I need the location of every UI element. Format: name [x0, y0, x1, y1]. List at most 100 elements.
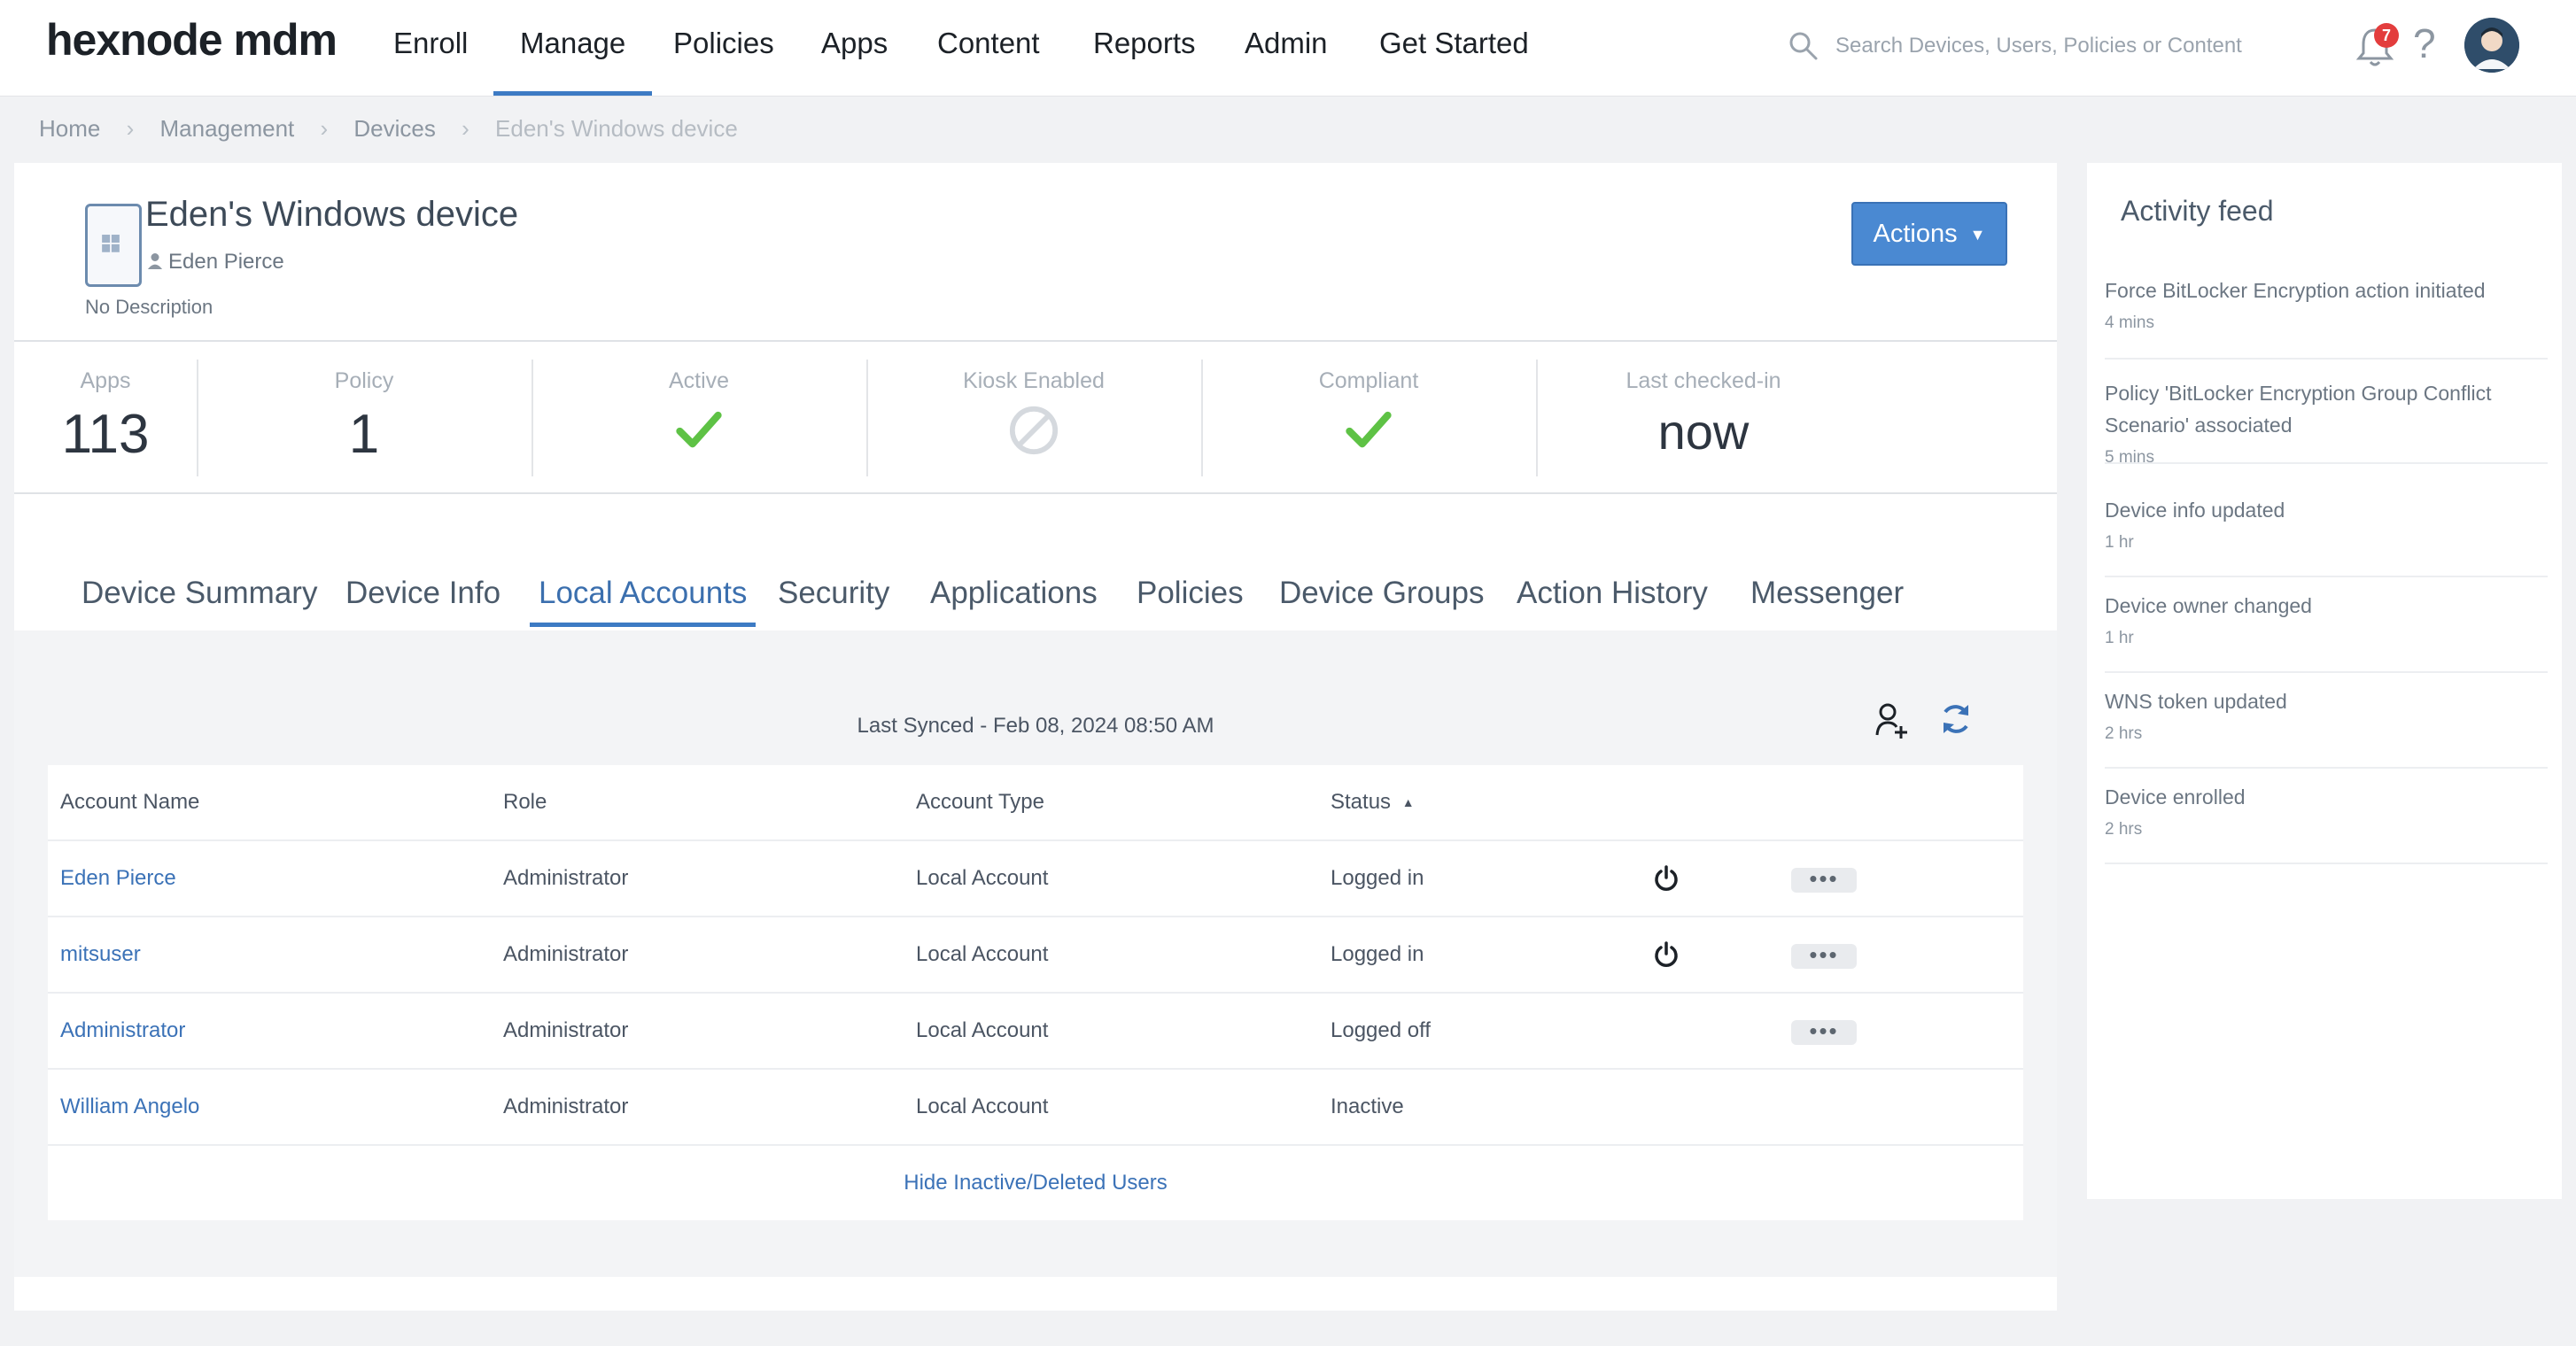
activity-feed-item: Device enrolled 2 hrs — [2105, 774, 2548, 864]
more-options-button[interactable]: ••• — [1791, 867, 1857, 893]
stat-last-checked-in: Last checked-in now — [1536, 360, 1871, 476]
tab-local-accounts[interactable]: Local Accounts — [529, 576, 757, 627]
notification-badge: 7 — [2374, 23, 2399, 48]
account-role: Administrator — [503, 866, 629, 890]
local-accounts-section: Last Synced - Feb 08, 2024 08:50 AM Acco… — [14, 630, 2057, 1277]
device-owner: Eden Pierce — [147, 250, 284, 275]
table-row: Administrator Administrator Local Accoun… — [48, 994, 2023, 1070]
stat-apps[interactable]: Apps 113 — [14, 360, 198, 476]
stat-policy-value: 1 — [348, 404, 380, 465]
actions-button[interactable]: Actions ▼ — [1851, 202, 2007, 266]
nav-manage[interactable]: Manage — [493, 27, 653, 96]
activity-feed-item: Device owner changed 1 hr — [2105, 583, 2548, 673]
table-row: mitsuser Administrator Local Account Log… — [48, 917, 2023, 994]
tab-applications[interactable]: Applications — [930, 576, 1098, 627]
nav-admin[interactable]: Admin — [1245, 27, 1328, 96]
account-type: Local Account — [916, 866, 1049, 890]
account-name-link[interactable]: Eden Pierce — [60, 866, 176, 891]
account-type: Local Account — [916, 942, 1049, 966]
device-title: Eden's Windows device — [145, 195, 519, 234]
more-options-button[interactable]: ••• — [1791, 943, 1857, 969]
account-name-link[interactable]: William Angelo — [60, 1095, 199, 1119]
stat-last-checked-in-value: now — [1657, 404, 1750, 460]
refresh-icon[interactable] — [1938, 701, 1974, 737]
account-role: Administrator — [503, 1095, 629, 1118]
chevron-right-icon: › — [126, 115, 135, 142]
search-input[interactable]: Search Devices, Users, Policies or Conte… — [1835, 34, 2242, 58]
tab-security[interactable]: Security — [778, 576, 889, 627]
chevron-right-icon: › — [320, 115, 329, 142]
stat-compliant: Compliant — [1201, 360, 1538, 476]
check-icon — [1346, 411, 1392, 448]
nav-apps[interactable]: Apps — [821, 27, 888, 96]
nav-enroll[interactable]: Enroll — [393, 27, 468, 96]
column-header-status[interactable]: Status ▲ — [1331, 790, 1415, 815]
tab-device-groups[interactable]: Device Groups — [1279, 576, 1484, 627]
stat-active: Active — [531, 360, 868, 476]
windows-device-icon — [85, 204, 142, 287]
power-icon[interactable] — [1653, 864, 1680, 893]
search-icon[interactable] — [1788, 30, 1819, 62]
nav-get-started[interactable]: Get Started — [1379, 27, 1529, 96]
stat-kiosk: Kiosk Enabled — [866, 360, 1203, 476]
activity-feed-panel: Activity feed Force BitLocker Encryption… — [2087, 163, 2562, 1199]
nav-content[interactable]: Content — [937, 27, 1040, 96]
tab-policies[interactable]: Policies — [1137, 576, 1244, 627]
user-icon — [147, 253, 163, 269]
activity-feed-item: Force BitLocker Encryption action initia… — [2105, 275, 2548, 360]
breadcrumb-management[interactable]: Management — [160, 115, 295, 143]
help-icon[interactable]: ? — [2413, 19, 2436, 67]
device-owner-name[interactable]: Eden Pierce — [168, 250, 284, 274]
activity-feed-item: WNS token updated 2 hrs — [2105, 678, 2548, 769]
tab-messenger[interactable]: Messenger — [1750, 576, 1904, 627]
column-header-account-type[interactable]: Account Type — [916, 790, 1044, 815]
device-tabs: Device Summary Device Info Local Account… — [14, 576, 2057, 629]
breadcrumb-current: Eden's Windows device — [495, 115, 738, 142]
hide-inactive-users-link[interactable]: Hide Inactive/Deleted Users — [48, 1146, 2023, 1220]
account-role: Administrator — [503, 1018, 629, 1042]
account-status: Logged in — [1331, 942, 1424, 966]
account-status: Logged off — [1331, 1018, 1432, 1042]
nav-policies[interactable]: Policies — [673, 27, 774, 96]
caret-down-icon: ▼ — [1969, 226, 1986, 244]
activity-feed-item: Device info updated 1 hr — [2105, 487, 2548, 577]
device-description: No Description — [85, 296, 213, 318]
check-icon — [676, 411, 722, 448]
activity-feed-item: Policy 'BitLocker Encryption Group Confl… — [2105, 370, 2548, 467]
add-user-icon[interactable] — [1874, 701, 1910, 740]
local-accounts-table: Account Name Role Account Type Status ▲ … — [48, 765, 2023, 1220]
device-stats-bar: Apps 113 Policy 1 Active Kiosk Enabled C… — [14, 340, 2057, 494]
breadcrumb-home[interactable]: Home — [39, 115, 100, 143]
table-row: Eden Pierce Administrator Local Account … — [48, 841, 2023, 917]
account-status: Inactive — [1331, 1095, 1404, 1118]
table-footer-row: Hide Inactive/Deleted Users — [48, 1146, 2023, 1220]
table-row: William Angelo Administrator Local Accou… — [48, 1070, 2023, 1146]
table-header-row: Account Name Role Account Type Status ▲ — [48, 765, 2023, 841]
stat-apps-value: 113 — [61, 404, 150, 465]
chevron-right-icon: › — [462, 115, 469, 142]
account-role: Administrator — [503, 942, 629, 966]
stat-policy[interactable]: Policy 1 — [197, 360, 533, 476]
account-status: Logged in — [1331, 866, 1424, 890]
device-details-panel: Eden's Windows device Eden Pierce No Des… — [14, 163, 2057, 1311]
sort-ascending-icon: ▲ — [1401, 795, 1415, 809]
avatar[interactable] — [2464, 18, 2519, 73]
account-name-link[interactable]: Administrator — [60, 1018, 185, 1043]
top-navbar: hexnode mdm Enroll Manage Policies Apps … — [0, 0, 2576, 97]
brand-logo[interactable]: hexnode mdm — [46, 14, 338, 66]
more-options-button[interactable]: ••• — [1791, 1019, 1857, 1045]
user-avatar-icon — [2464, 18, 2519, 73]
tab-device-info[interactable]: Device Info — [345, 576, 500, 627]
breadcrumb: Home › Management › Devices › Eden's Win… — [39, 115, 738, 143]
tab-device-summary[interactable]: Device Summary — [81, 576, 317, 627]
nav-reports[interactable]: Reports — [1093, 27, 1196, 96]
power-icon[interactable] — [1653, 940, 1680, 969]
account-type: Local Account — [916, 1018, 1049, 1042]
tab-action-history[interactable]: Action History — [1517, 576, 1708, 627]
column-header-account-name[interactable]: Account Name — [60, 790, 199, 815]
last-synced-text: Last Synced - Feb 08, 2024 08:50 AM — [857, 714, 1214, 738]
column-header-role[interactable]: Role — [503, 790, 547, 815]
breadcrumb-devices[interactable]: Devices — [353, 115, 435, 143]
account-name-link[interactable]: mitsuser — [60, 942, 141, 967]
activity-feed-title: Activity feed — [2121, 195, 2274, 227]
